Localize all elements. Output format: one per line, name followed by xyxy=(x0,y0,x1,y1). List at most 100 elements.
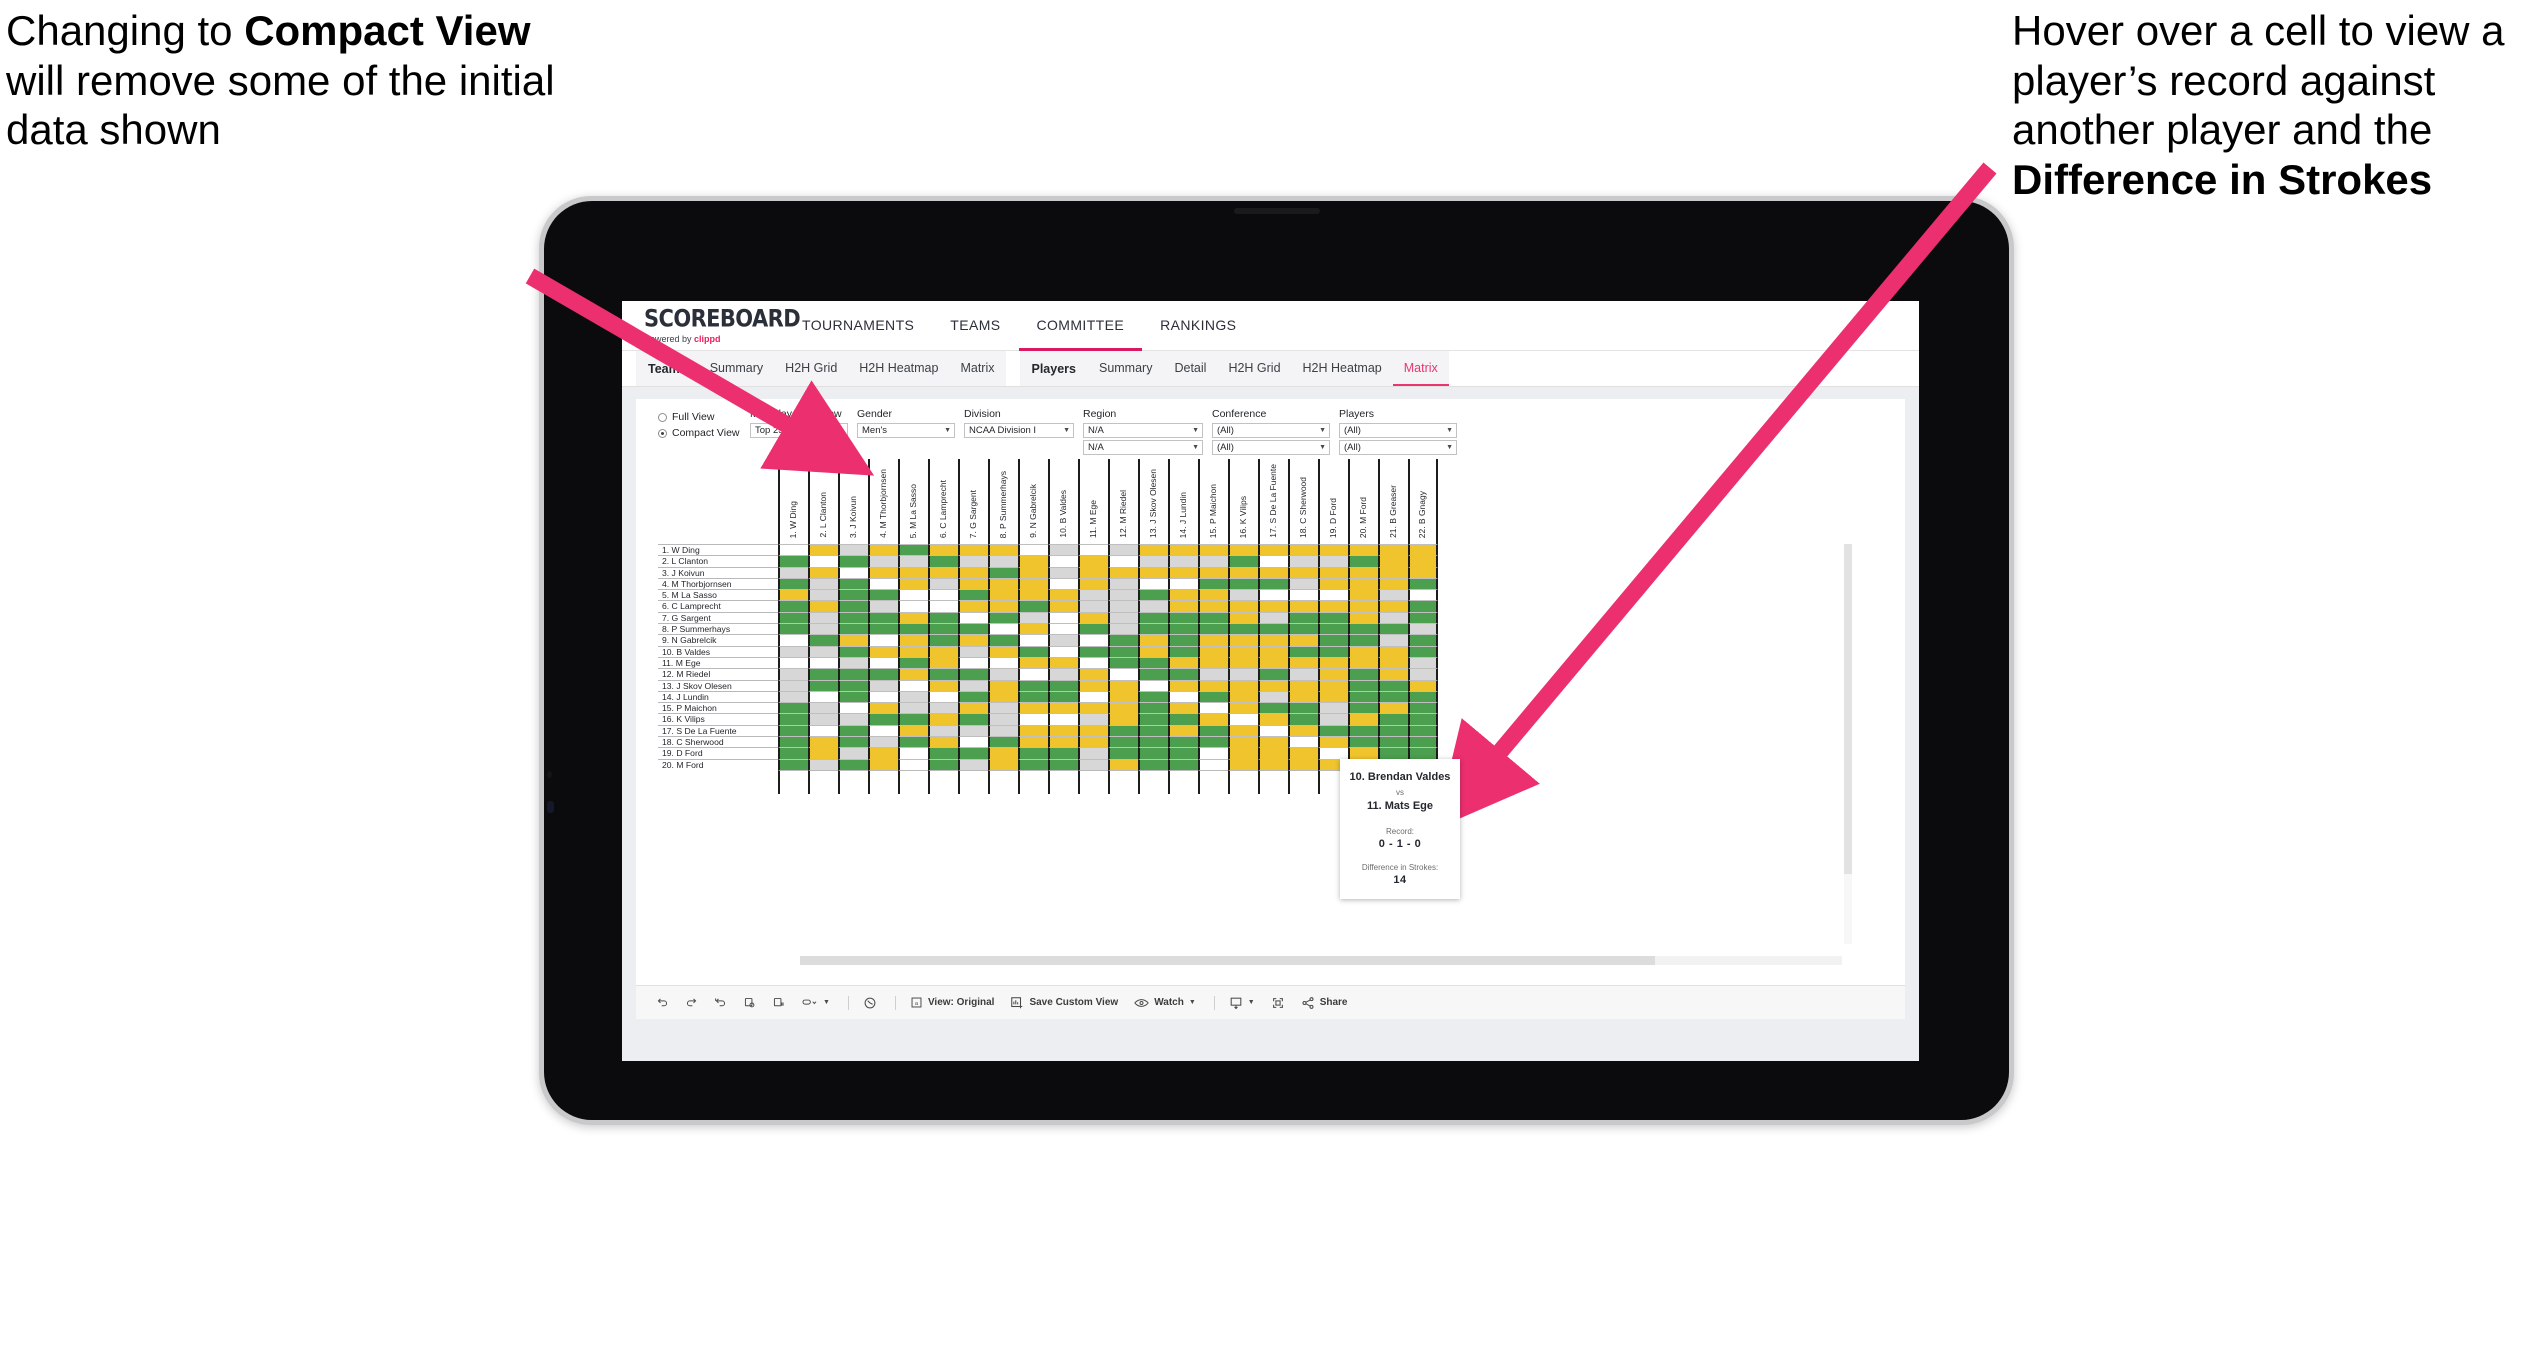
toolbar-share-button[interactable]: Share xyxy=(1301,996,1348,1010)
matrix-cell[interactable] xyxy=(1018,736,1048,748)
horizontal-scrollbar[interactable] xyxy=(800,956,1842,965)
matrix-cell[interactable] xyxy=(1258,611,1288,624)
matrix-cell[interactable] xyxy=(1258,555,1288,567)
tab-teams-h2h-grid[interactable]: H2H Grid xyxy=(774,351,848,386)
matrix-cell[interactable] xyxy=(1018,758,1048,770)
matrix-cell[interactable] xyxy=(1048,555,1078,567)
matrix-cell[interactable] xyxy=(1078,702,1108,714)
matrix-cell[interactable] xyxy=(1078,690,1108,703)
matrix-cell[interactable] xyxy=(1378,611,1408,624)
matrix-cell[interactable] xyxy=(1108,600,1138,612)
matrix-cell[interactable] xyxy=(1138,702,1168,714)
matrix-cell[interactable] xyxy=(1198,645,1228,657)
matrix-cell[interactable] xyxy=(808,645,838,657)
matrix-cell[interactable] xyxy=(1168,656,1198,669)
matrix-cell[interactable] xyxy=(1228,747,1258,759)
matrix-col-header[interactable]: 5. M La Sasso xyxy=(898,459,928,544)
matrix-cell[interactable] xyxy=(1378,566,1408,578)
matrix-cell[interactable] xyxy=(958,566,988,578)
matrix-cell[interactable] xyxy=(868,544,898,556)
matrix-cell[interactable] xyxy=(1168,713,1198,725)
matrix-cell[interactable] xyxy=(838,589,868,601)
matrix-cell[interactable] xyxy=(988,600,1018,612)
matrix-cell[interactable] xyxy=(1318,724,1348,737)
matrix-cell[interactable] xyxy=(868,577,898,590)
matrix-cell[interactable] xyxy=(1408,747,1438,759)
matrix-cell[interactable] xyxy=(898,736,928,748)
matrix-cell[interactable] xyxy=(808,555,838,567)
matrix-cell[interactable] xyxy=(1018,611,1048,624)
matrix-cell[interactable] xyxy=(1198,758,1228,770)
toolbar-refresh-button[interactable] xyxy=(743,996,756,1009)
matrix-cell[interactable] xyxy=(1288,577,1318,590)
matrix-cell[interactable] xyxy=(808,679,838,691)
matrix-cell[interactable] xyxy=(838,747,868,759)
matrix-cell[interactable] xyxy=(1408,566,1438,578)
matrix-cell[interactable] xyxy=(778,600,808,612)
matrix-cell[interactable] xyxy=(838,713,868,725)
matrix-cell[interactable] xyxy=(1018,566,1048,578)
matrix-cell[interactable] xyxy=(1288,656,1318,669)
matrix-col-header[interactable]: 20. M Ford xyxy=(1348,459,1378,544)
matrix-cell[interactable] xyxy=(1408,668,1438,680)
matrix-cell[interactable] xyxy=(928,645,958,657)
matrix-col-header[interactable]: 18. C Sherwood xyxy=(1288,459,1318,544)
matrix-cell[interactable] xyxy=(1078,600,1108,612)
matrix-cell[interactable] xyxy=(1078,747,1108,759)
matrix-row[interactable]: 18. C Sherwood xyxy=(658,736,1848,748)
tab-teams-matrix[interactable]: Matrix xyxy=(949,351,1005,386)
matrix-cell[interactable] xyxy=(958,690,988,703)
matrix-row[interactable]: 14. J Lundin xyxy=(658,690,1848,703)
matrix-cell[interactable] xyxy=(1198,747,1228,759)
matrix-cell[interactable] xyxy=(1018,544,1048,556)
matrix-cell[interactable] xyxy=(868,690,898,703)
matrix-cell[interactable] xyxy=(1078,634,1108,646)
matrix-scroll-area[interactable]: 1. W Ding 2. L Clanton 3. J Koivun 4. M Tho… xyxy=(658,459,1852,965)
matrix-cell[interactable] xyxy=(868,747,898,759)
matrix-cell[interactable] xyxy=(1288,634,1318,646)
matrix-cell[interactable] xyxy=(1108,566,1138,578)
matrix-col-header[interactable]: 17. S De La Fuente xyxy=(1258,459,1288,544)
matrix-cell[interactable] xyxy=(1018,713,1048,725)
matrix-cell[interactable] xyxy=(988,758,1018,770)
matrix-cell[interactable] xyxy=(868,736,898,748)
matrix-cell[interactable] xyxy=(838,758,868,770)
matrix-cell[interactable] xyxy=(1228,589,1258,601)
matrix-cell[interactable] xyxy=(958,656,988,669)
matrix-cell[interactable] xyxy=(898,611,928,624)
matrix-cell[interactable] xyxy=(1378,577,1408,590)
matrix-cell[interactable] xyxy=(1138,634,1168,646)
matrix-row-label[interactable]: 3. J Koivun xyxy=(658,566,778,578)
matrix-cell[interactable] xyxy=(1408,555,1438,567)
matrix-cell[interactable] xyxy=(1258,544,1288,556)
matrix-cell[interactable] xyxy=(1408,736,1438,748)
matrix-cell[interactable] xyxy=(1108,634,1138,646)
radio-full-view[interactable]: Full View xyxy=(658,411,750,423)
matrix-cell[interactable] xyxy=(1378,713,1408,725)
matrix-cell[interactable] xyxy=(1048,634,1078,646)
matrix-cell[interactable] xyxy=(808,611,838,624)
matrix-cell[interactable] xyxy=(1048,690,1078,703)
matrix-cell[interactable] xyxy=(838,724,868,737)
matrix-cell[interactable] xyxy=(1348,645,1378,657)
matrix-cell[interactable] xyxy=(928,668,958,680)
matrix-cell[interactable] xyxy=(1108,747,1138,759)
matrix-col-header[interactable]: 15. P Maichon xyxy=(1198,459,1228,544)
matrix-cell[interactable] xyxy=(1078,668,1108,680)
matrix-row[interactable]: 12. M Riedel xyxy=(658,668,1848,680)
matrix-cell[interactable] xyxy=(1288,736,1318,748)
matrix-col-header[interactable]: 12. M Riedel xyxy=(1108,459,1138,544)
matrix-row[interactable]: 6. C Lamprecht xyxy=(658,600,1848,612)
matrix-cell[interactable] xyxy=(1228,736,1258,748)
matrix-cell[interactable] xyxy=(1288,611,1318,624)
matrix-cell[interactable] xyxy=(1168,758,1198,770)
matrix-cell[interactable] xyxy=(1408,724,1438,737)
matrix-cell[interactable] xyxy=(928,724,958,737)
matrix-cell[interactable] xyxy=(1078,589,1108,601)
matrix-cell[interactable] xyxy=(1018,702,1048,714)
matrix-cell[interactable] xyxy=(1348,656,1378,669)
matrix-row-label[interactable]: 14. J Lundin xyxy=(658,690,778,703)
matrix-cell[interactable] xyxy=(778,589,808,601)
matrix-row-label[interactable]: 5. M La Sasso xyxy=(658,589,778,601)
matrix-cell[interactable] xyxy=(778,634,808,646)
